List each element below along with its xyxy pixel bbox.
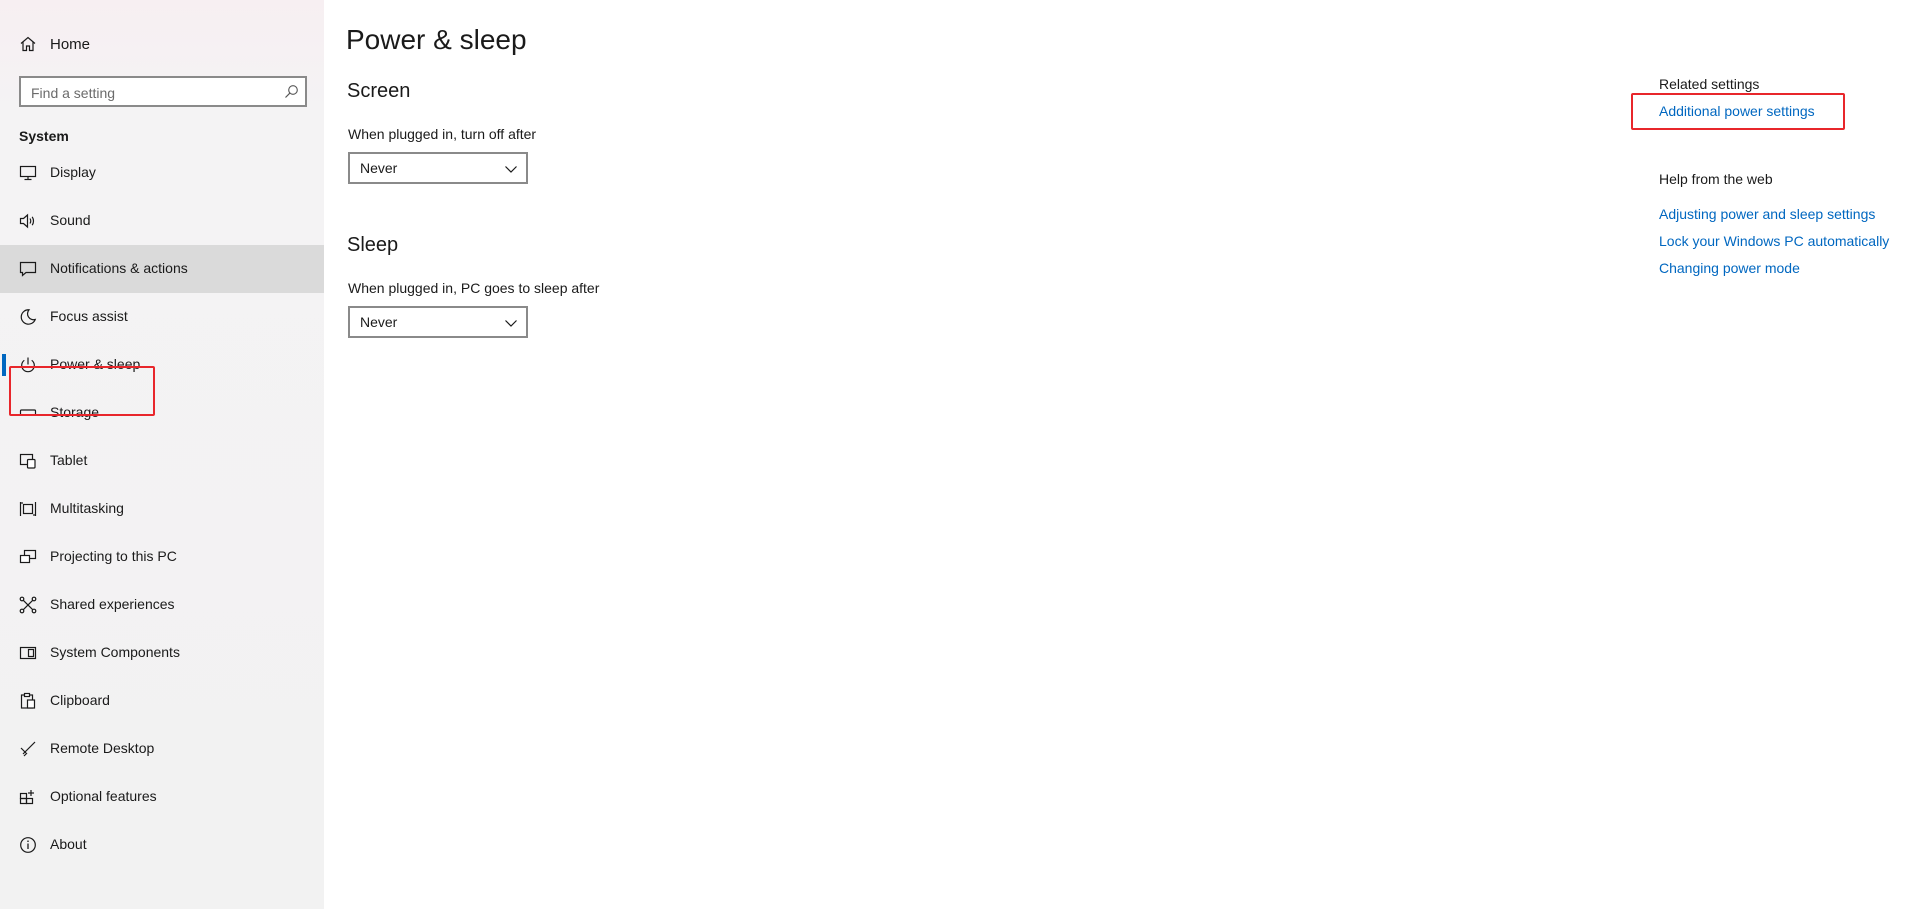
sidebar-item-system-components[interactable]: System Components [0,629,324,677]
sidebar-item-sound[interactable]: Sound [0,197,324,245]
sidebar-item-notifications[interactable]: Notifications & actions [0,245,324,293]
home-nav-item[interactable]: Home [0,26,324,62]
sidebar-item-storage[interactable]: Storage [0,389,324,437]
storage-icon [19,404,37,422]
clipboard-icon [19,692,37,710]
sidebar-item-label: Clipboard [50,692,110,708]
main-content: Power & sleep Screen When plugged in, tu… [324,0,1624,909]
page-title: Power & sleep [346,24,527,55]
sidebar-item-label: Tablet [50,452,88,468]
sidebar-item-clipboard[interactable]: Clipboard [0,677,324,725]
sidebar-nav: Display Sound Notifications & actions Fo… [0,149,324,869]
sidebar-item-label: Shared experiences [50,596,175,612]
sidebar-item-remote-desktop[interactable]: Remote Desktop [0,725,324,773]
sidebar-item-label: About [50,836,87,852]
remote-desktop-icon [19,740,37,758]
sidebar-item-label: Optional features [50,788,157,804]
multitasking-icon [19,500,37,518]
search-icon[interactable] [284,84,299,99]
projecting-icon [19,548,37,566]
sidebar-item-label: Projecting to this PC [50,548,177,564]
sidebar: Home System Displ [0,0,324,909]
sidebar-item-label: Sound [50,212,91,228]
sidebar-item-power-sleep[interactable]: Power & sleep [0,341,324,389]
sidebar-item-label: Multitasking [50,500,124,516]
sidebar-item-label: Storage [50,404,100,420]
sidebar-item-shared-experiences[interactable]: Shared experiences [0,581,324,629]
power-icon [19,356,37,374]
screen-timeout-value: Never [360,160,398,176]
home-icon [19,35,37,53]
sidebar-item-tablet[interactable]: Tablet [0,437,324,485]
help-link-adjusting-power[interactable]: Adjusting power and sleep settings [1659,206,1875,222]
monitor-icon [19,164,37,182]
sidebar-item-label: Display [50,164,96,180]
system-components-icon [19,644,37,662]
chevron-down-icon [504,316,518,330]
sidebar-item-label: System Components [50,644,180,660]
search-input[interactable] [29,81,273,105]
help-from-web-heading: Help from the web [1659,171,1773,187]
settings-window: Home System Displ [0,0,1920,909]
sidebar-item-projecting[interactable]: Projecting to this PC [0,533,324,581]
sleep-timeout-value: Never [360,314,398,330]
tablet-icon [19,452,37,470]
sidebar-item-optional-features[interactable]: Optional features [0,773,324,821]
home-label: Home [50,35,91,53]
section-title: System [19,128,69,144]
help-link-power-mode[interactable]: Changing power mode [1659,260,1800,276]
notification-icon [19,260,37,278]
shared-experiences-icon [19,596,37,614]
related-panel: Related settings Additional power settin… [1631,0,1920,909]
search-box[interactable] [19,76,307,107]
info-icon [19,836,37,854]
related-settings-heading: Related settings [1659,76,1760,92]
optional-features-icon [19,788,37,806]
speaker-icon [19,212,37,230]
screen-heading: Screen [347,80,411,102]
sidebar-item-display[interactable]: Display [0,149,324,197]
sidebar-item-about[interactable]: About [0,821,324,869]
sleep-timeout-dropdown[interactable]: Never [348,306,528,338]
screen-timeout-label: When plugged in, turn off after [348,126,537,142]
additional-power-settings-link[interactable]: Additional power settings [1659,103,1815,119]
selected-indicator [2,354,6,376]
chevron-down-icon [504,162,518,176]
sidebar-item-label: Notifications & actions [50,260,188,276]
sidebar-item-label: Remote Desktop [50,740,155,756]
sidebar-item-focus-assist[interactable]: Focus assist [0,293,324,341]
screen-timeout-dropdown[interactable]: Never [348,152,528,184]
help-link-lock-pc[interactable]: Lock your Windows PC automatically [1659,233,1889,249]
moon-icon [19,308,37,326]
sleep-timeout-label: When plugged in, PC goes to sleep after [348,280,600,296]
sidebar-item-label: Power & sleep [50,356,141,372]
sidebar-item-multitasking[interactable]: Multitasking [0,485,324,533]
sidebar-item-label: Focus assist [50,308,128,324]
sleep-heading: Sleep [347,234,399,256]
